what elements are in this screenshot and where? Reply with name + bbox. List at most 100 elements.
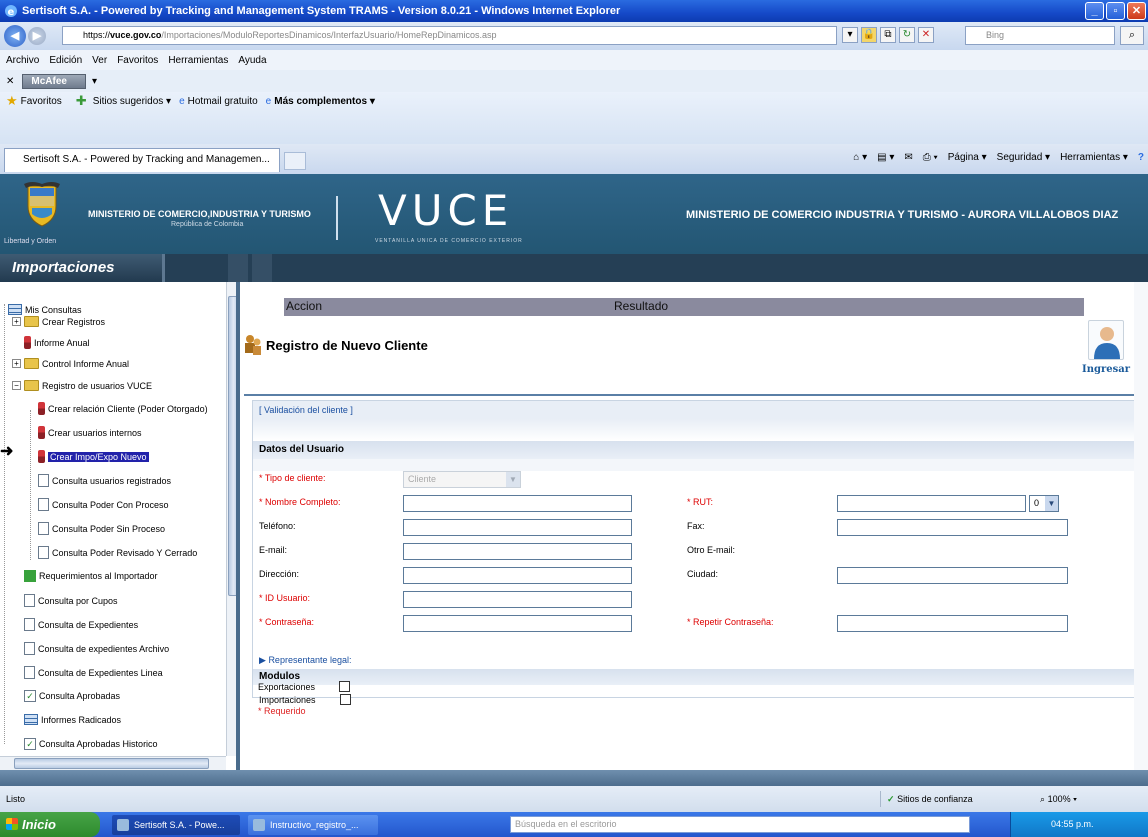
- taskbar-item-browser[interactable]: Sertisoft S.A. - Powe...: [112, 815, 240, 835]
- minimize-button[interactable]: _: [1085, 2, 1104, 20]
- sidebar-item-consulta-usuarios[interactable]: Consulta usuarios registrados: [38, 474, 171, 487]
- maximize-button[interactable]: ▫: [1106, 2, 1125, 20]
- main-vertical-scrollbar[interactable]: [1134, 282, 1148, 770]
- fav-complementos[interactable]: Más complementos ▾: [274, 96, 375, 107]
- favorites-button[interactable]: Favoritos: [21, 96, 62, 107]
- collapse-icon[interactable]: −: [12, 381, 21, 390]
- sidebar-item-label: Crear Registros: [42, 316, 106, 327]
- direccion-input[interactable]: [403, 567, 632, 584]
- colombia-crest-icon: [24, 182, 60, 227]
- sidebar-item-informes-radicados[interactable]: Informes Radicados: [24, 714, 121, 725]
- tab-sertisoft[interactable]: Sertisoft S.A. - Powered by Tracking and…: [4, 148, 280, 172]
- new-tab-button[interactable]: [284, 152, 306, 170]
- representante-legal-toggle[interactable]: ▶ Representante legal:: [259, 655, 352, 666]
- sidebar-item-label: Consulta de expedientes Archivo: [38, 643, 170, 654]
- menu-seguridad[interactable]: Seguridad ▾: [997, 152, 1050, 163]
- rut-dv-select[interactable]: 0 ▼: [1029, 495, 1059, 512]
- scroll-thumb[interactable]: [228, 296, 236, 596]
- module-label[interactable]: Importaciones: [0, 254, 165, 282]
- zoom-level: 100%: [1047, 794, 1071, 804]
- sidebar-item-registro-usuarios[interactable]: − Registro de usuarios VUCE: [12, 380, 152, 391]
- compat-icon[interactable]: ⧉: [880, 27, 896, 43]
- sidebar-item-poder-revisado[interactable]: Consulta Poder Revisado Y Cerrado: [38, 546, 197, 559]
- menu-pagina[interactable]: Página ▾: [948, 152, 987, 163]
- contrasena-input[interactable]: [403, 615, 632, 632]
- importaciones-checkbox[interactable]: [340, 694, 351, 705]
- close-icon[interactable]: ✕: [6, 76, 14, 87]
- sidebar-item-crear-registros[interactable]: + Crear Registros: [12, 316, 105, 327]
- zoom-control[interactable]: ⌕ 100% ▾: [1040, 791, 1077, 807]
- sidebar-item-mis-consultas[interactable]: Mis Consultas: [8, 304, 82, 315]
- sidebar-item-control-informe[interactable]: + Control Informe Anual: [12, 358, 129, 369]
- menu-ver[interactable]: Ver: [92, 55, 107, 66]
- repetir-contrasena-input[interactable]: [837, 615, 1068, 632]
- start-button[interactable]: Inicio: [0, 812, 100, 837]
- stop-icon[interactable]: ✕: [918, 27, 934, 43]
- sidebar-item-aprobadas[interactable]: ✓ Consulta Aprobadas: [24, 690, 120, 702]
- feeds-icon[interactable]: ▤ ▾: [877, 152, 894, 163]
- id-usuario-input[interactable]: [403, 591, 632, 608]
- exportaciones-checkbox[interactable]: [339, 681, 350, 692]
- add-favorite-icon[interactable]: ✚: [76, 93, 87, 109]
- expand-icon[interactable]: +: [12, 359, 21, 368]
- sidebar-item-crear-internos[interactable]: Crear usuarios internos: [38, 426, 142, 439]
- label-fax: Fax:: [687, 521, 705, 531]
- help-icon[interactable]: ?: [1138, 152, 1144, 163]
- sidebar-item-crear-impo-expo[interactable]: Crear Impo/Expo Nuevo: [38, 450, 149, 463]
- chevron-down-icon[interactable]: ▾: [92, 76, 97, 87]
- banner-divider: [336, 196, 338, 240]
- rut-input[interactable]: [837, 495, 1026, 512]
- taskbar-item-document[interactable]: Instructivo_registro_...: [248, 815, 378, 835]
- sidebar-item-expedientes[interactable]: Consulta de Expedientes: [24, 618, 138, 631]
- sidebar-item-cupos[interactable]: Consulta por Cupos: [24, 594, 118, 607]
- tree-line: [4, 304, 5, 744]
- sidebar-horizontal-scrollbar[interactable]: [0, 756, 226, 770]
- lock-icon[interactable]: 🔒: [861, 27, 877, 43]
- person-icon: [24, 336, 31, 349]
- menu-edicion[interactable]: Edición: [49, 55, 82, 66]
- sidebar-vertical-scrollbar[interactable]: [226, 282, 236, 756]
- vuce-subtitle: VENTANILLA UNICA DE COMERCIO EXTERIOR: [375, 238, 523, 244]
- fax-input[interactable]: [837, 519, 1068, 536]
- favorites-bar: ★ Favoritos ✚ Sitios sugeridos ▾ e Hotma…: [0, 92, 1148, 144]
- scroll-thumb[interactable]: [14, 758, 209, 769]
- sidebar-item-expedientes-linea[interactable]: Consulta de Expedientes Linea: [24, 666, 163, 679]
- fav-sitios[interactable]: Sitios sugeridos ▾: [93, 96, 171, 107]
- menu-favoritos[interactable]: Favoritos: [117, 55, 158, 66]
- telefono-input[interactable]: [403, 519, 632, 536]
- forward-button[interactable]: ▶: [28, 27, 46, 45]
- label-telefono: Teléfono:: [259, 521, 296, 531]
- sidebar-item-expedientes-archivo[interactable]: Consulta de expedientes Archivo: [24, 642, 169, 655]
- mcafee-button[interactable]: McAfee: [22, 73, 86, 89]
- back-button[interactable]: ◀: [4, 25, 26, 47]
- sidebar-item-poder-sin-proceso[interactable]: Consulta Poder Sin Proceso: [38, 522, 165, 535]
- email-input[interactable]: [403, 543, 632, 560]
- search-input[interactable]: Bing: [965, 26, 1115, 45]
- refresh-icon[interactable]: ↻: [899, 27, 915, 43]
- menu-herramientas-cmd[interactable]: Herramientas ▾: [1060, 152, 1128, 163]
- ciudad-input[interactable]: [837, 567, 1068, 584]
- search-icon[interactable]: ⌕: [1120, 26, 1144, 45]
- nombre-input[interactable]: [403, 495, 632, 512]
- sidebar-item-aprobadas-historico[interactable]: ✓ Consulta Aprobadas Historico: [24, 738, 158, 750]
- url-input[interactable]: https://vuce.gov.co/Importaciones/Modulo…: [62, 26, 837, 45]
- expand-icon[interactable]: +: [12, 317, 21, 326]
- close-button[interactable]: ✕: [1127, 2, 1146, 20]
- sidebar-item-crear-relacion[interactable]: Crear relación Cliente (Poder Otorgado): [38, 402, 208, 415]
- sidebar-item-requerimientos[interactable]: Requerimientos al Importador: [24, 570, 158, 582]
- menu-herramientas[interactable]: Herramientas: [168, 55, 228, 66]
- home-icon[interactable]: ⌂ ▾: [853, 152, 867, 163]
- dropdown-icon[interactable]: ▾: [842, 27, 858, 43]
- print-icon[interactable]: ⎙ ▾: [923, 152, 938, 163]
- sidebar-item-poder-con-proceso[interactable]: Consulta Poder Con Proceso: [38, 498, 169, 511]
- folder-open-icon: [24, 380, 39, 391]
- chevron-down-icon[interactable]: ▼: [1045, 496, 1058, 511]
- security-zone[interactable]: ✓ Sitios de confianza: [880, 791, 1000, 807]
- desktop-search-input[interactable]: Búsqueda en el escritorio: [510, 816, 970, 833]
- menu-archivo[interactable]: Archivo: [6, 55, 39, 66]
- mail-icon[interactable]: ✉: [904, 152, 912, 163]
- sidebar-item-informe-anual[interactable]: Informe Anual: [24, 336, 90, 349]
- validacion-link[interactable]: [ Validación del cliente ]: [253, 401, 1139, 419]
- menu-ayuda[interactable]: Ayuda: [238, 55, 266, 66]
- fav-hotmail[interactable]: Hotmail gratuito: [188, 96, 258, 107]
